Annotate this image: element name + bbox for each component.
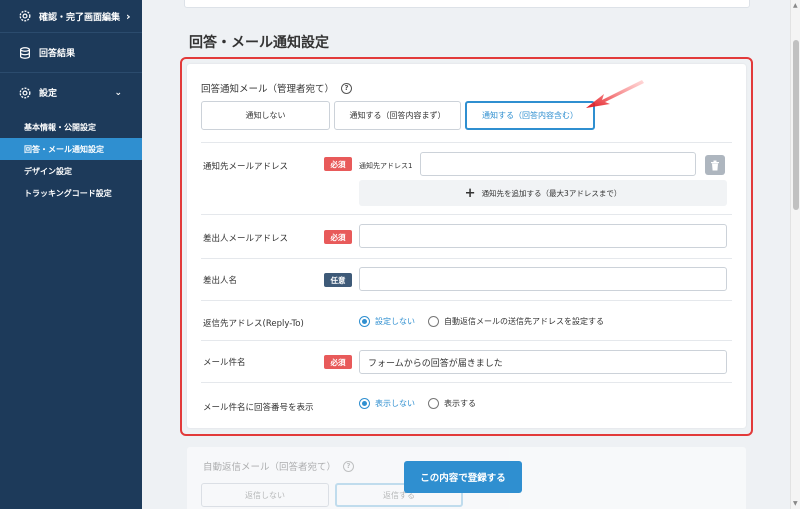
page-scrollbar[interactable]: ▲ ▼ — [790, 0, 800, 509]
sidebar-item-settings[interactable]: 設定 ⌄ — [0, 72, 142, 112]
highlight-frame — [180, 57, 753, 436]
auto-reply-heading: 自動返信メール（回答者宛て） ? — [203, 459, 355, 473]
previous-card — [184, 0, 750, 8]
scroll-up-icon[interactable]: ▲ — [793, 2, 798, 9]
sidebar-subitem-design[interactable]: デザイン設定 — [0, 160, 142, 182]
main-content: 回答・メール通知設定 回答通知メール（管理者宛て） ? 通知しない 通知する（回… — [142, 0, 790, 509]
sidebar-item-label: 設定 — [39, 89, 58, 99]
sidebar: 確認・完了画面編集 › 回答結果 設定 ⌄ 基本情報・公開設定 回答・メール通知… — [0, 0, 142, 509]
sidebar-subitem-basic[interactable]: 基本情報・公開設定 — [0, 116, 142, 138]
annotation-arrow-icon — [586, 80, 644, 108]
chevron-right-icon: › — [126, 9, 131, 23]
submit-button[interactable]: この内容で登録する — [404, 461, 522, 493]
sidebar-item-results[interactable]: 回答結果 — [0, 32, 142, 72]
auto-reply-option-none[interactable]: 返信しない — [201, 483, 329, 507]
gear-icon — [19, 10, 31, 22]
page-title: 回答・メール通知設定 — [189, 35, 329, 51]
settings-submenu: 基本情報・公開設定 回答・メール通知設定 デザイン設定 トラッキングコード設定 — [0, 112, 142, 204]
sidebar-item-label: 回答結果 — [39, 49, 76, 59]
chevron-down-icon: ⌄ — [114, 87, 122, 98]
sidebar-subitem-tracking[interactable]: トラッキングコード設定 — [0, 182, 142, 204]
sidebar-item-confirm-page[interactable]: 確認・完了画面編集 › — [0, 0, 142, 32]
sidebar-item-label: 確認・完了画面編集 — [39, 12, 121, 23]
database-icon — [20, 46, 30, 59]
help-icon[interactable]: ? — [343, 460, 355, 472]
sidebar-subitem-notify[interactable]: 回答・メール通知設定 — [0, 138, 142, 160]
scroll-thumb[interactable] — [793, 40, 799, 210]
gear-icon — [19, 87, 31, 98]
scroll-down-icon[interactable]: ▼ — [793, 500, 798, 507]
auto-reply-heading-text: 自動返信メール（回答者宛て） — [203, 462, 337, 473]
